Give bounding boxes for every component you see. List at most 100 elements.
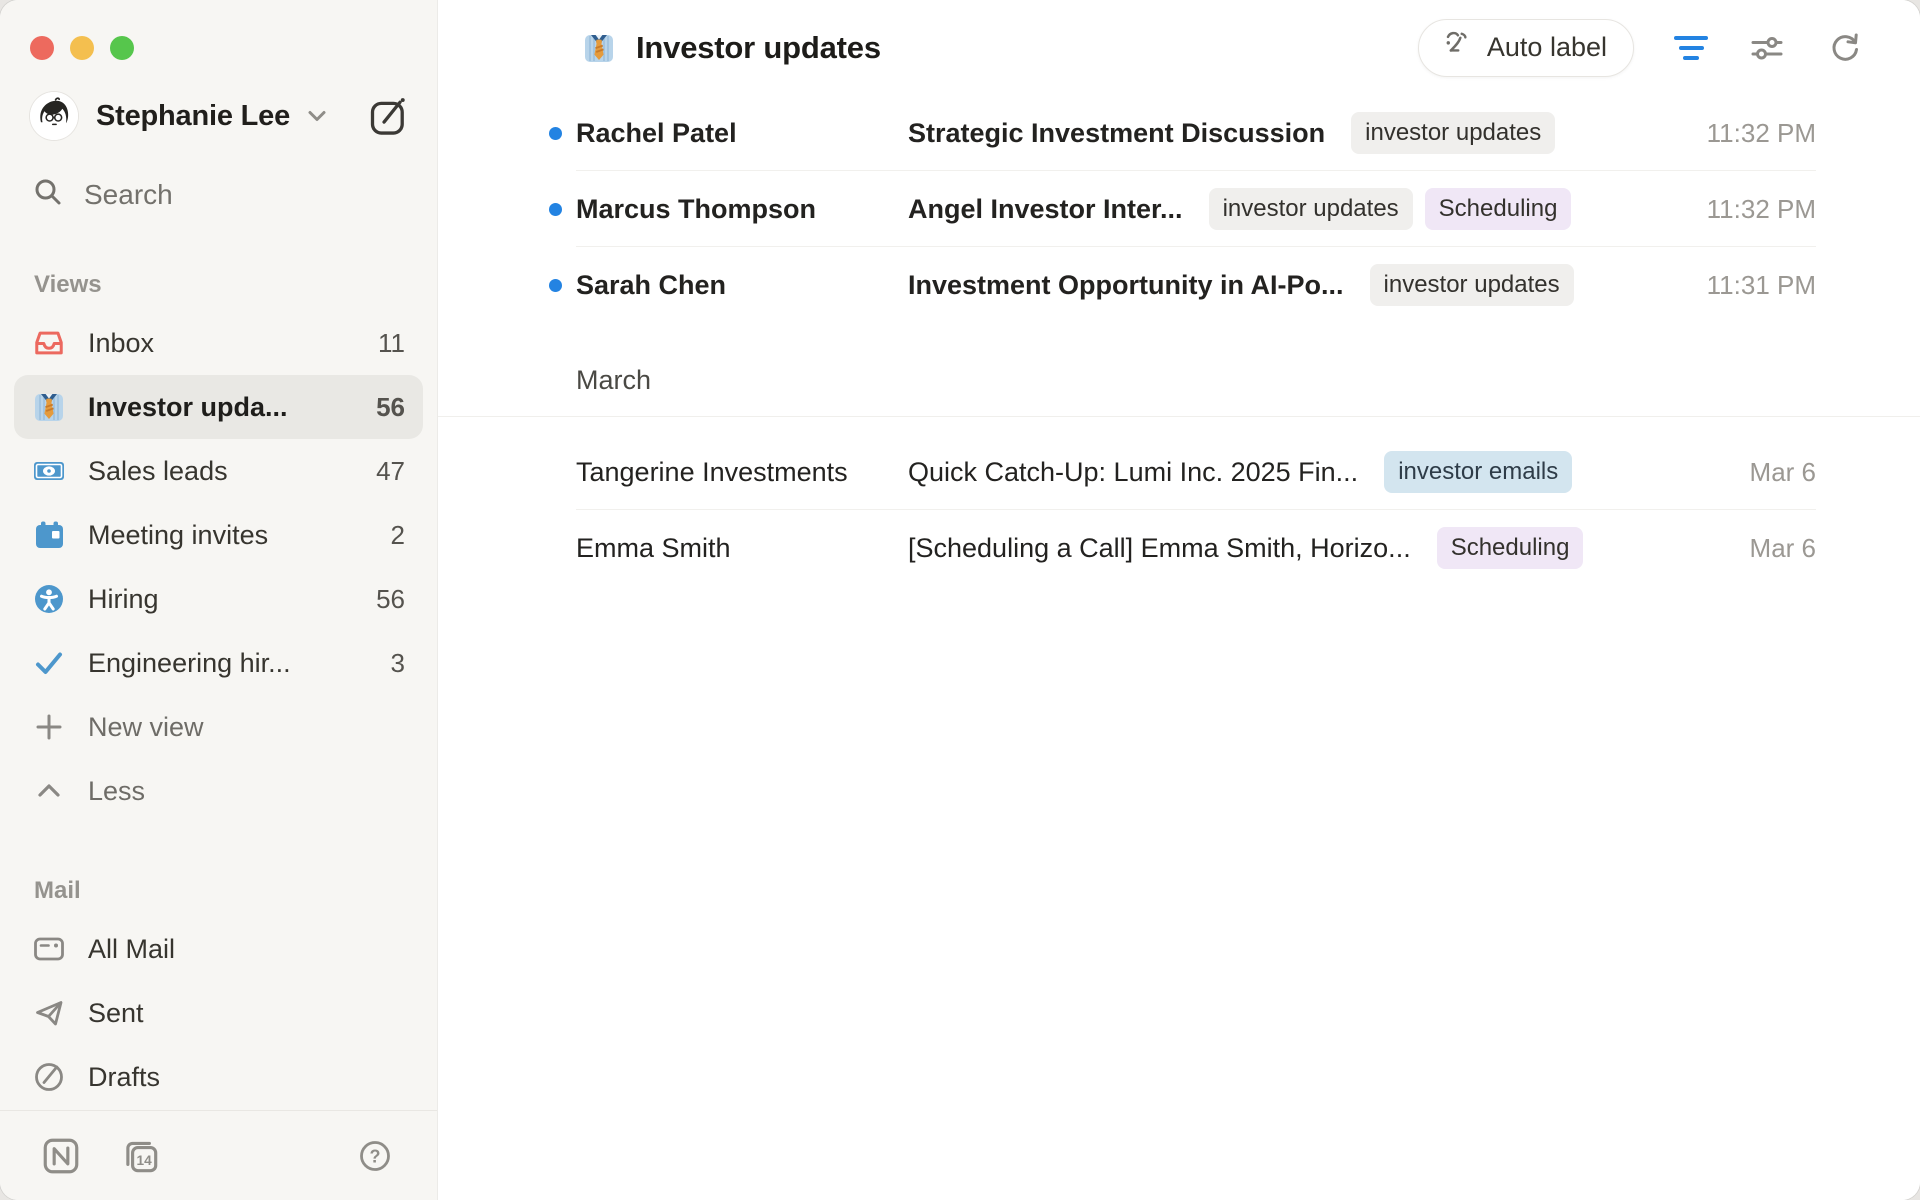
minimize-window-button[interactable] [70, 36, 94, 60]
email-row-rachel-patel[interactable]: Rachel PatelStrategic Investment Discuss… [438, 95, 1920, 171]
avatar [30, 92, 78, 140]
view-header: Investor updates Auto label [438, 0, 1920, 95]
accessibility-icon [32, 582, 66, 616]
email-subject: Investment Opportunity in AI-Po... [908, 270, 1344, 301]
email-time: Mar 6 [1730, 533, 1816, 564]
unread-count: 56 [376, 584, 405, 615]
help-icon[interactable]: ? [355, 1136, 395, 1176]
main-panel: Investor updates Auto label Rachel Patel… [438, 0, 1920, 1200]
tag-investor-updates[interactable]: investor updates [1370, 264, 1574, 306]
march-rows: Tangerine InvestmentsQuick Catch-Up: Lum… [438, 417, 1920, 586]
sidebar-item-label: All Mail [88, 934, 175, 965]
tag-investor-updates[interactable]: investor updates [1209, 188, 1413, 230]
sidebar-item-hiring[interactable]: Hiring 56 [14, 567, 423, 631]
app-window: Stephanie Lee Search Views Inbox 11 Invest… [0, 0, 1920, 1200]
email-sender: Emma Smith [576, 533, 908, 564]
sidebar-item-label: Sales leads [88, 456, 228, 487]
email-row-emma-smith[interactable]: Emma Smith[Scheduling a Call] Emma Smith… [438, 510, 1920, 586]
email-sender: Tangerine Investments [576, 457, 908, 488]
header-controls: Auto label [1418, 19, 1864, 77]
email-row-sarah-chen[interactable]: Sarah ChenInvestment Opportunity in AI-P… [438, 247, 1920, 323]
sidebar-item-label: Less [88, 776, 145, 807]
refresh-button[interactable] [1826, 29, 1864, 67]
month-section-header: March [438, 323, 1920, 416]
email-sender: Sarah Chen [576, 270, 908, 301]
sidebar-item-investor-upda[interactable]: Investor upda... 56 [14, 375, 423, 439]
close-window-button[interactable] [30, 36, 54, 60]
email-time: 11:32 PM [1687, 194, 1816, 225]
tag-scheduling[interactable]: Scheduling [1425, 188, 1572, 230]
auto-label-text: Auto label [1487, 32, 1607, 63]
sidebar-item-sent[interactable]: Sent [14, 981, 423, 1045]
unread-count: 2 [391, 520, 405, 551]
sidebar-item-label: Drafts [88, 1062, 160, 1093]
tag-scheduling[interactable]: Scheduling [1437, 527, 1584, 569]
paper-plane-icon [32, 996, 66, 1030]
svg-text:?: ? [370, 1146, 381, 1166]
search-placeholder: Search [84, 179, 173, 211]
plus-icon [32, 710, 66, 744]
search-input[interactable]: Search [32, 176, 437, 213]
unread-count: 11 [378, 328, 405, 359]
sidebar-item-inbox[interactable]: Inbox 11 [14, 311, 423, 375]
sidebar-item-sales-leads[interactable]: Sales leads 47 [14, 439, 423, 503]
views-section-label: Views [34, 271, 437, 299]
email-tags: Scheduling [1437, 527, 1584, 569]
unread-count: 3 [391, 648, 405, 679]
draft-circle-icon [32, 1060, 66, 1094]
email-time: 11:32 PM [1687, 118, 1816, 149]
svg-text:14: 14 [137, 1152, 153, 1167]
tag-investor-emails[interactable]: investor emails [1384, 451, 1572, 493]
tag-investor-updates[interactable]: investor updates [1351, 112, 1555, 154]
sidebar-item-less[interactable]: Less [14, 759, 423, 823]
sidebar-item-label: New view [88, 712, 204, 743]
recent-rows: Rachel PatelStrategic Investment Discuss… [438, 95, 1920, 323]
necktie-icon [32, 390, 66, 424]
sidebar-item-meeting-invites[interactable]: Meeting invites 2 [14, 503, 423, 567]
chevron-down-icon [304, 103, 330, 129]
page-title: Investor updates [636, 30, 881, 66]
necktie-emoji-icon [580, 29, 618, 67]
unread-count: 47 [376, 456, 405, 487]
sidebar-item-drafts[interactable]: Drafts [14, 1045, 423, 1109]
sidebar-item-label: Investor upda... [88, 392, 288, 423]
email-row-marcus-thompson[interactable]: Marcus ThompsonAngel Investor Inter...in… [438, 171, 1920, 247]
user-name: Stephanie Lee [96, 100, 290, 133]
account-switcher[interactable]: Stephanie Lee [30, 92, 411, 140]
email-time: Mar 6 [1730, 457, 1816, 488]
filter-button[interactable] [1674, 36, 1708, 60]
sidebar-item-engineering-hir[interactable]: Engineering hir...3 [14, 631, 423, 695]
email-subject: Strategic Investment Discussion [908, 118, 1325, 149]
email-subject: Quick Catch-Up: Lumi Inc. 2025 Fin... [908, 457, 1358, 488]
sidebar-item-new-view[interactable]: New view [14, 695, 423, 759]
window-controls [30, 36, 437, 60]
email-tags: investor updates [1351, 112, 1555, 154]
sidebar-item-label: Hiring [88, 584, 159, 615]
email-tags: investor updates Scheduling [1209, 188, 1572, 230]
zoom-window-button[interactable] [110, 36, 134, 60]
dollar-bill-icon [32, 454, 66, 488]
chevron-up-icon [32, 774, 66, 808]
mail-list: All Mail Sent Drafts [14, 917, 423, 1109]
mail-section-label: Mail [34, 877, 437, 905]
search-icon [32, 176, 64, 213]
notion-calendar-icon[interactable]: 14 [120, 1135, 162, 1177]
auto-label-button[interactable]: Auto label [1418, 19, 1634, 77]
notion-logo-icon[interactable] [40, 1135, 82, 1177]
email-row-tangerine-investments[interactable]: Tangerine InvestmentsQuick Catch-Up: Lum… [438, 434, 1920, 510]
sidebar-item-all-mail[interactable]: All Mail [14, 917, 423, 981]
compose-button[interactable] [367, 94, 411, 138]
email-tags: investor updates [1370, 264, 1574, 306]
sidebar-item-label: Inbox [88, 328, 154, 359]
inbox-tray-icon [32, 326, 66, 360]
month-label: March [576, 365, 1920, 396]
sidebar-item-label: Sent [88, 998, 144, 1029]
unread-count: 56 [376, 392, 405, 423]
email-list: Rachel PatelStrategic Investment Discuss… [438, 95, 1920, 1200]
envelope-icon [32, 932, 66, 966]
sidebar-item-label: Meeting invites [88, 520, 268, 551]
email-subject: Angel Investor Inter... [908, 194, 1183, 225]
sidebar: Stephanie Lee Search Views Inbox 11 Invest… [0, 0, 438, 1200]
display-settings-button[interactable] [1748, 29, 1786, 67]
email-time: 11:31 PM [1687, 270, 1816, 301]
